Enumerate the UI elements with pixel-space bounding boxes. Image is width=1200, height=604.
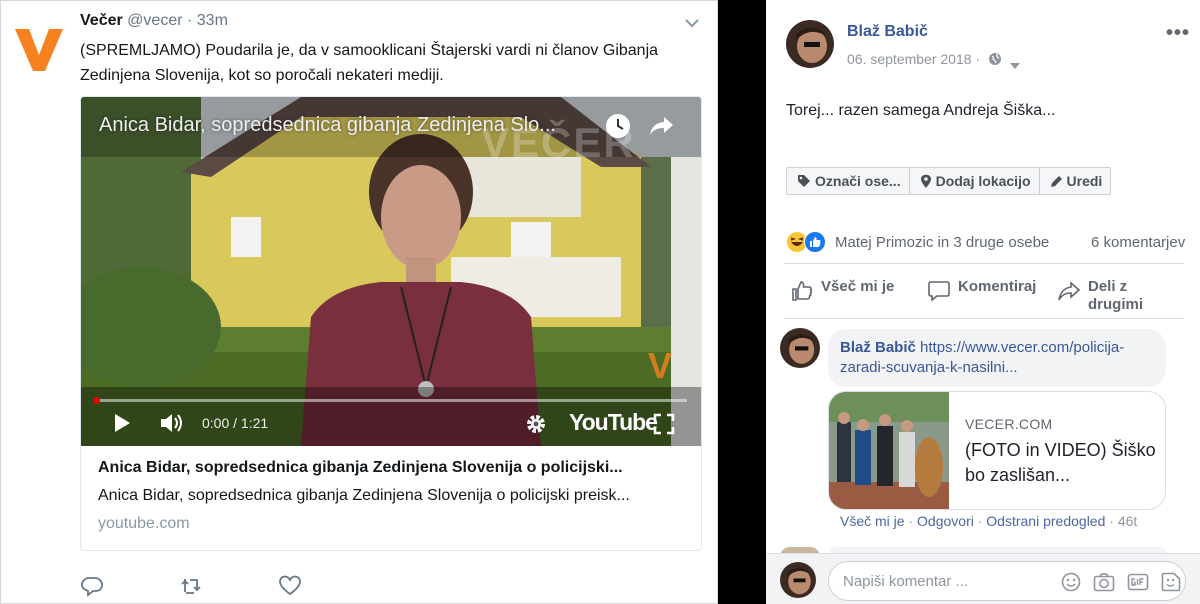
comment-bubble-icon [928,281,950,302]
tweet-header: Večer @vecer · 33m [80,12,228,30]
card-title[interactable]: Anica Bidar, sopredsednica gibanja Zedin… [98,459,688,477]
comment-input[interactable]: Napiši komentar ... [828,561,1186,601]
tweet-menu-chevron-icon[interactable] [682,13,702,33]
gif-icon[interactable] [1127,572,1149,597]
fullscreen-icon[interactable] [653,413,675,440]
camera-icon[interactable] [1093,572,1115,597]
video-corner-logo: V [648,345,673,386]
divider [784,318,1184,319]
vecer-logo-avatar[interactable] [13,21,65,73]
add-location-label: Dodaj lokacijo [935,173,1031,189]
tweet-time[interactable]: 33m [197,12,228,29]
tweet-handle[interactable]: @vecer [127,12,182,29]
link-preview-card[interactable]: VECER.COM (FOTO in VIDEO) Šiško bo zasli… [828,391,1166,510]
video-share-icon[interactable] [649,114,675,143]
volume-icon[interactable] [159,412,185,439]
link-preview-title[interactable]: (FOTO in VIDEO) Šiško bo zaslišan... [965,438,1161,488]
comments-count[interactable]: 6 komentarjev [1091,234,1185,251]
like-button[interactable]: Všeč mi je [791,278,894,302]
comment-bubble: Blaž Babič https://www.vecer.com/policij… [828,329,1166,387]
card-domain: youtube.com [98,515,190,532]
reactions-summary[interactable]: Matej Primozic in 3 druge osebe [835,234,1049,251]
tag-people-label: Označi ose... [815,173,901,189]
watch-later-clock-icon[interactable] [605,113,631,144]
youtube-logo[interactable]: YouTube [569,409,658,436]
author-avatar[interactable] [786,20,834,68]
reaction-icons[interactable] [786,231,826,253]
video-player[interactable]: VEČER Anica Bidar, sopredsednica gibanja… [81,97,701,446]
share-arrow-icon [1058,281,1080,301]
like-label: Všeč mi je [821,278,895,295]
composer-avatar [780,562,816,598]
like-heart-icon[interactable] [279,575,301,602]
post-text: Torej... razen samega Andreja Šiška... [786,102,1056,119]
retweet-icon[interactable] [180,575,204,602]
share-label-line2: drugimi [1088,296,1143,313]
thumbs-up-icon [792,281,813,301]
comment-input-placeholder: Napiši komentar ... [843,573,969,590]
tweet-separator: · [182,12,197,29]
post-options-more-icon[interactable]: ••• [1166,22,1190,45]
edit-label: Uredi [1066,173,1103,189]
sticker-icon[interactable] [1161,572,1181,597]
share-label-line1: Deli z [1088,278,1128,295]
privacy-caret-icon[interactable] [1010,56,1020,74]
play-icon[interactable] [113,413,131,438]
comment-time[interactable]: 46t [1118,513,1137,529]
globe-icon[interactable] [988,52,1002,71]
tweet-link-card[interactable]: VEČER Anica Bidar, sopredsednica gibanja… [80,96,702,551]
comment-action-dot: · [1105,513,1118,529]
like-reaction-icon [804,231,826,253]
tag-icon [798,175,810,187]
add-location-button[interactable]: Dodaj lokacijo [910,168,1040,194]
edit-button[interactable]: Uredi [1040,168,1111,194]
screenshot-stage: Večer @vecer · 33m (SPREMLJAMO) Poudaril… [0,0,1200,604]
comment-button[interactable]: Komentiraj [928,278,1036,302]
settings-gear-icon[interactable] [525,413,547,440]
video-time-display: 0:00 / 1:21 [202,415,269,431]
emoji-icon[interactable] [1061,572,1081,597]
commenter-avatar[interactable] [780,328,820,368]
post-author-name[interactable]: Blaž Babič [847,23,928,41]
reply-icon[interactable] [81,575,103,602]
tweet-panel: Večer @vecer · 33m (SPREMLJAMO) Poudaril… [0,0,718,604]
video-title[interactable]: Anica Bidar, sopredsednica gibanja Zedin… [99,114,556,137]
post-date[interactable]: 06. september 2018 · [847,51,980,67]
post-tag-buttons: Označi ose... Dodaj lokacijo Uredi [786,167,1112,195]
pencil-icon [1050,175,1062,187]
video-progress-handle[interactable] [93,397,100,404]
comment-actions: Všeč mi je · Odgovori · Odstrani predogl… [840,513,1137,529]
tag-people-button[interactable]: Označi ose... [787,168,910,194]
share-button[interactable]: Deli z drugimi [1058,278,1143,314]
tweet-text: (SPREMLJAMO) Poudarila je, da v samookli… [80,42,659,84]
remove-preview-link[interactable]: Odstrani predogled [986,513,1105,529]
tweet-author-name[interactable]: Večer [80,12,123,29]
comment-composer: Napiši komentar ... [766,553,1200,604]
comment-like-link[interactable]: Všeč mi je [840,513,905,529]
card-description: Anica Bidar, sopredsednica gibanja Zedin… [98,487,630,504]
divider [784,263,1184,264]
v-logo-icon [15,29,63,71]
location-pin-icon [920,174,931,188]
comment-author[interactable]: Blaž Babič [840,339,916,356]
link-preview-domain: VECER.COM [965,416,1053,432]
share-label: Deli z drugimi [1088,278,1143,314]
video-progress-bar[interactable] [95,399,687,402]
link-preview-image [829,392,949,509]
comment-action-dot: · [904,513,918,529]
facebook-post-panel: Blaž Babič 06. september 2018 · ••• Tore… [766,0,1200,604]
comment-reply-link[interactable]: Odgovori [917,513,974,529]
comment-label: Komentiraj [958,278,1037,295]
comment-action-dot: · [973,513,987,529]
